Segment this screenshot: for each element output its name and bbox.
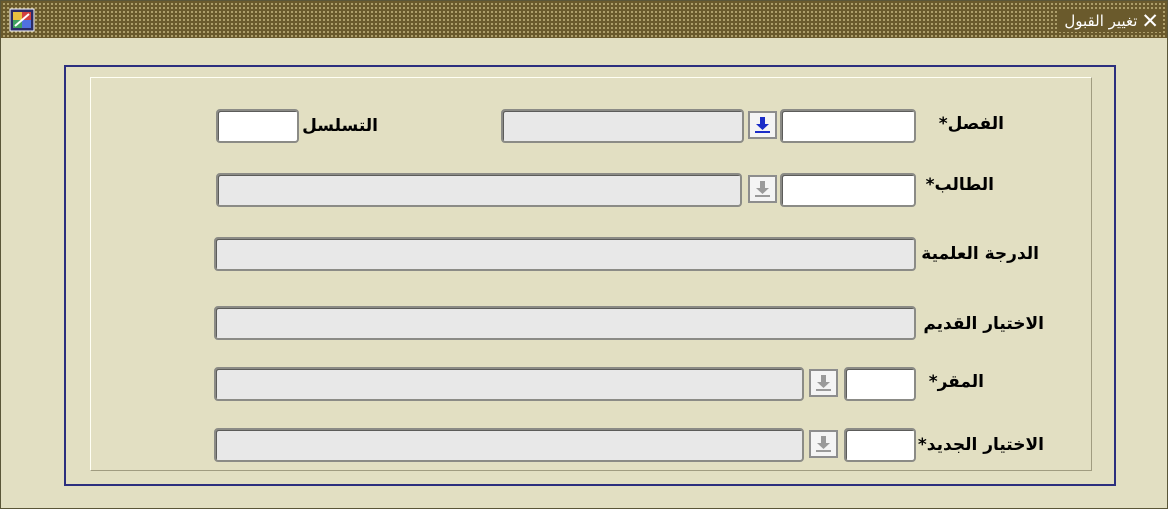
campus-lov-button[interactable] [809, 369, 838, 397]
semester-name-display [501, 109, 744, 143]
download-arrow-icon [755, 117, 770, 133]
degree-display [214, 237, 916, 271]
old-choice-label: الاختيار القديم [923, 314, 1044, 334]
campus-label: المقر* [928, 372, 984, 392]
student-label: الطالب* [925, 175, 994, 195]
student-id-input[interactable] [780, 173, 916, 207]
semester-label: الفصل* [938, 114, 1004, 134]
campus-name-display [214, 367, 804, 401]
new-choice-code-input[interactable] [844, 428, 916, 462]
semester-lov-button[interactable] [748, 111, 777, 139]
new-choice-lov-button[interactable] [809, 430, 838, 458]
window-title: تغيير القبول [1064, 12, 1138, 30]
new-choice-label: الاختيار الجديد* [917, 435, 1044, 455]
form-window: ✕ تغيير القبول الفصل* التسلسل الطالب* ال… [0, 0, 1168, 509]
close-icon[interactable]: ✕ [1141, 11, 1159, 32]
download-arrow-icon [755, 181, 770, 197]
new-choice-name-display [214, 428, 804, 462]
download-arrow-icon [816, 436, 831, 452]
download-arrow-icon [816, 375, 831, 391]
title-bar[interactable]: ✕ تغيير القبول [1, 1, 1167, 38]
sequence-label: التسلسل [302, 116, 378, 136]
campus-code-input[interactable] [844, 367, 916, 401]
old-choice-display [214, 306, 916, 340]
student-lov-button[interactable] [748, 175, 777, 203]
title-area: ✕ تغيير القبول [1058, 10, 1163, 32]
degree-label: الدرجة العلمية [921, 244, 1039, 264]
app-icon[interactable] [9, 8, 35, 32]
student-name-display [216, 173, 742, 207]
sequence-input[interactable] [216, 109, 299, 143]
semester-code-input[interactable] [780, 109, 916, 143]
